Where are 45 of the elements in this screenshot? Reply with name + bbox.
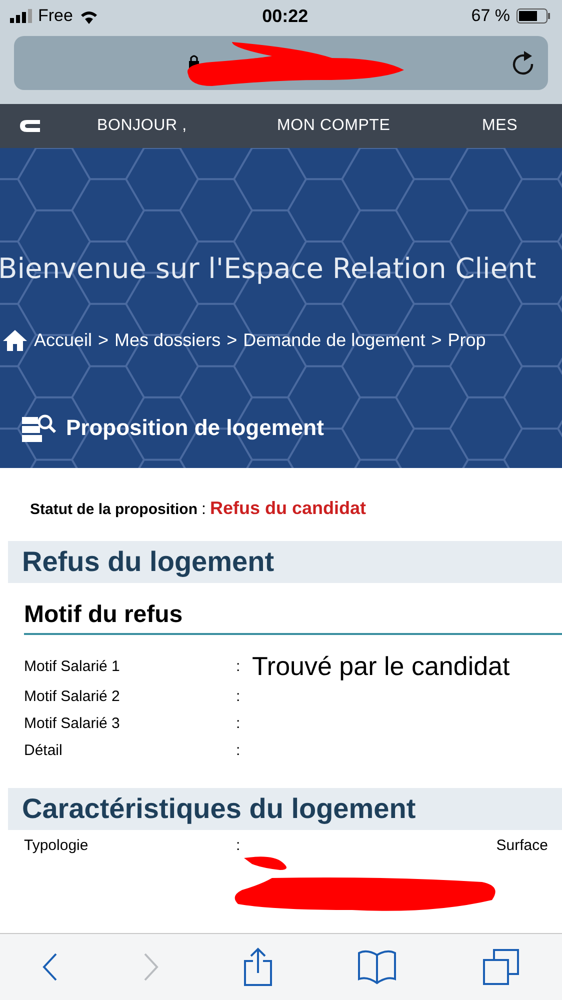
breadcrumb-link[interactable]: Mes dossiers: [114, 330, 221, 350]
wifi-icon: [78, 8, 99, 24]
home-icon[interactable]: [2, 329, 28, 351]
field-label: Motif Salarié 1: [24, 658, 121, 674]
logo-icon[interactable]: [18, 117, 42, 135]
share-icon: [242, 947, 273, 987]
back-icon: [42, 952, 58, 982]
breadcrumb-link[interactable]: Accueil: [34, 330, 92, 350]
battery-icon: [516, 8, 552, 24]
status-value: Refus du candidat: [210, 498, 366, 519]
book-icon: [357, 949, 398, 985]
signal-icon: [10, 9, 32, 23]
field-separator: :: [236, 742, 242, 759]
search-records-icon: [22, 413, 56, 443]
field-label: Typologie: [24, 837, 90, 854]
tabs-icon: [482, 948, 520, 986]
clock-time: 00:22: [262, 6, 308, 26]
breadcrumb-link[interactable]: Prop: [448, 330, 486, 350]
status-label: Statut de la proposition: [30, 501, 198, 518]
field-separator: :: [236, 688, 242, 705]
field-label: Détail: [24, 742, 64, 759]
carrier-name: Free: [38, 6, 73, 26]
section-title: Proposition de logement: [66, 415, 324, 441]
field-label: Motif Salarié 3: [24, 715, 121, 732]
subsection-heading: Motif du refus: [24, 601, 183, 628]
breadcrumb-link[interactable]: Demande de logement: [243, 330, 426, 350]
battery-percentage: 67 %: [471, 6, 510, 26]
field-label: Motif Salarié 2: [24, 688, 121, 705]
breadcrumb-separator: >: [431, 330, 442, 350]
field-label: Surface: [496, 837, 549, 854]
welcome-title: Bienvenue sur l'Espace Relation Client: [0, 252, 538, 285]
reload-icon[interactable]: [512, 50, 536, 76]
field-separator: :: [236, 715, 242, 732]
nav-link[interactable]: MES: [482, 117, 562, 135]
field-value: Trouvé par le candidat: [252, 650, 511, 682]
status-separator: :: [202, 501, 206, 519]
section-heading: Refus du logement: [22, 546, 274, 577]
section-heading: Caractéristiques du logement: [22, 793, 416, 824]
field-separator: :: [236, 658, 242, 674]
forward-icon: [142, 952, 159, 982]
nav-link[interactable]: MON COMPTE: [277, 117, 482, 135]
nav-link[interactable]: BONJOUR ,: [97, 117, 277, 135]
field-separator: :: [236, 837, 242, 854]
breadcrumb-separator: >: [98, 330, 109, 350]
breadcrumb-separator: >: [226, 330, 238, 350]
